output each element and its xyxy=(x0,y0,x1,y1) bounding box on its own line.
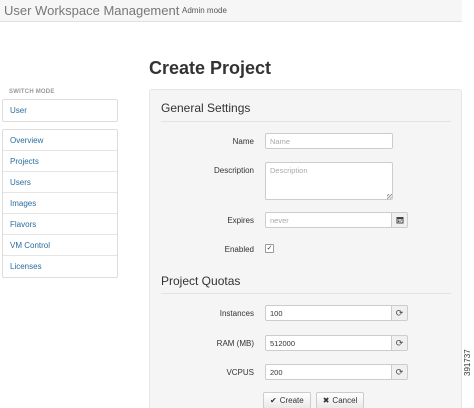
switch-mode-header: SWITCH MODE xyxy=(9,89,55,95)
form-actions: ✔ Create ✖ Cancel xyxy=(263,392,365,408)
expires-label: Expires xyxy=(227,216,254,225)
enabled-checkbox[interactable]: ✓ xyxy=(265,244,274,253)
description-label: Description xyxy=(213,166,254,175)
check-icon: ✔ xyxy=(270,395,277,405)
sidebar-item-vm-control[interactable]: VM Control xyxy=(3,235,117,256)
figure-id: 391737 xyxy=(463,349,472,376)
brand-title[interactable]: User Workspace Management xyxy=(4,3,179,18)
instances-reset-button[interactable]: ⟳ xyxy=(392,305,408,321)
create-button[interactable]: ✔ Create xyxy=(263,392,311,408)
sidebar-item-projects[interactable]: Projects xyxy=(3,151,117,172)
sidebar-item-user[interactable]: User xyxy=(3,100,117,121)
sidebar-item-flavors[interactable]: Flavors xyxy=(3,214,117,235)
close-icon: ✖ xyxy=(322,395,330,405)
project-quotas-heading: Project Quotas xyxy=(161,274,241,288)
ram-input[interactable] xyxy=(265,335,392,351)
create-project-form: General Settings Name Description Expire… xyxy=(149,89,462,408)
sidebar-item-overview[interactable]: Overview xyxy=(3,130,117,151)
ram-label: RAM (MB) xyxy=(216,339,254,348)
cancel-button[interactable]: ✖ Cancel xyxy=(315,392,365,408)
name-label: Name xyxy=(232,137,254,146)
sidebar-item-licenses[interactable]: Licenses xyxy=(3,256,117,277)
vcpus-input[interactable] xyxy=(265,364,392,380)
vcpus-reset-button[interactable]: ⟳ xyxy=(392,364,408,380)
enabled-label: Enabled xyxy=(224,245,254,254)
page-title: Create Project xyxy=(149,58,272,78)
vcpus-label: VCPUS xyxy=(226,368,254,377)
textarea-resize-handle[interactable] xyxy=(387,194,392,199)
admin-nav-list: Overview Projects Users Images Flavors V… xyxy=(2,129,118,278)
admin-mode-link[interactable]: Admin mode xyxy=(182,6,227,15)
instances-label: Instances xyxy=(219,309,254,318)
general-settings-heading: General Settings xyxy=(161,101,251,115)
description-textarea[interactable] xyxy=(265,162,393,200)
calendar-button[interactable] xyxy=(392,212,408,228)
section-divider xyxy=(161,293,451,294)
section-divider xyxy=(161,121,451,122)
refresh-icon: ⟳ xyxy=(395,307,404,318)
name-input[interactable] xyxy=(265,133,393,149)
top-navbar: User Workspace Management Admin mode xyxy=(0,0,462,22)
ram-reset-button[interactable]: ⟳ xyxy=(392,335,408,351)
create-button-label: Create xyxy=(279,396,304,405)
refresh-icon: ⟳ xyxy=(395,366,404,377)
refresh-icon: ⟳ xyxy=(395,337,404,348)
sidebar-item-users[interactable]: Users xyxy=(3,172,117,193)
mode-switch-list: User xyxy=(2,99,118,122)
checkmark-icon: ✓ xyxy=(266,245,273,252)
instances-input[interactable] xyxy=(265,305,392,321)
sidebar-item-images[interactable]: Images xyxy=(3,193,117,214)
calendar-icon xyxy=(396,217,403,224)
cancel-button-label: Cancel xyxy=(332,396,358,405)
expires-input[interactable] xyxy=(265,212,392,228)
